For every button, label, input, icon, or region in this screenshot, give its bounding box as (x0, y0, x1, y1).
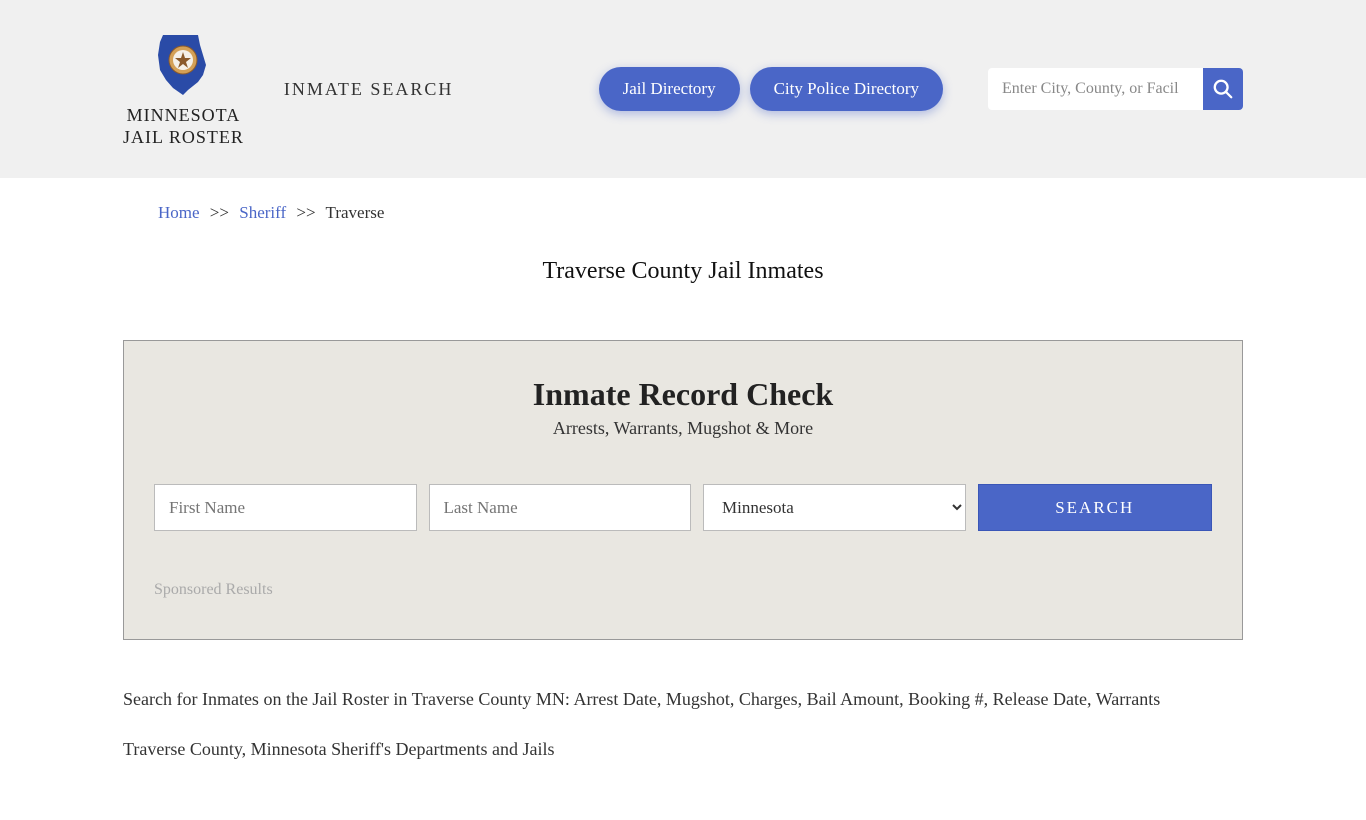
breadcrumb-current: Traverse (326, 203, 385, 222)
page-title: Traverse County Jail Inmates (123, 258, 1243, 285)
inmate-search-label: INMATE SEARCH (284, 79, 454, 100)
search-icon (1212, 78, 1234, 100)
content-inner: Home >> Sheriff >> Traverse Traverse Cou… (123, 203, 1243, 760)
logo-line1: MINNESOTA (123, 105, 244, 127)
state-select[interactable]: Minnesota (703, 484, 966, 531)
nav-section: Jail Directory City Police Directory (599, 67, 1243, 111)
record-check-form: Minnesota SEARCH (154, 484, 1212, 531)
nav-buttons: Jail Directory City Police Directory (599, 67, 943, 111)
breadcrumb-separator: >> (296, 203, 315, 222)
city-police-directory-button[interactable]: City Police Directory (750, 67, 943, 111)
description2-text: Traverse County, Minnesota Sheriff's Dep… (123, 739, 1243, 760)
header-search-input[interactable] (988, 68, 1203, 110)
record-check-subtitle: Arrests, Warrants, Mugshot & More (154, 418, 1212, 439)
state-logo-icon (148, 30, 218, 100)
breadcrumb: Home >> Sheriff >> Traverse (123, 203, 1243, 223)
content: Home >> Sheriff >> Traverse Traverse Cou… (0, 178, 1366, 820)
jail-directory-button[interactable]: Jail Directory (599, 67, 740, 111)
last-name-input[interactable] (429, 484, 692, 531)
sponsored-results-label: Sponsored Results (154, 581, 1212, 599)
breadcrumb-sheriff[interactable]: Sheriff (239, 203, 286, 222)
record-check-title: Inmate Record Check (154, 376, 1212, 413)
header-inner: MINNESOTA JAIL ROSTER INMATE SEARCH Jail… (123, 30, 1243, 148)
logo-line2: JAIL ROSTER (123, 127, 244, 149)
breadcrumb-home[interactable]: Home (158, 203, 200, 222)
record-check-box: Inmate Record Check Arrests, Warrants, M… (123, 340, 1243, 640)
header: MINNESOTA JAIL ROSTER INMATE SEARCH Jail… (0, 0, 1366, 178)
logo[interactable]: MINNESOTA JAIL ROSTER (123, 30, 244, 148)
logo-section: MINNESOTA JAIL ROSTER INMATE SEARCH (123, 30, 453, 148)
record-search-button[interactable]: SEARCH (978, 484, 1213, 531)
logo-text: MINNESOTA JAIL ROSTER (123, 105, 244, 148)
header-search-button[interactable] (1203, 68, 1243, 110)
header-search-box (988, 68, 1243, 110)
breadcrumb-separator: >> (210, 203, 229, 222)
first-name-input[interactable] (154, 484, 417, 531)
description-text: Search for Inmates on the Jail Roster in… (123, 685, 1243, 714)
